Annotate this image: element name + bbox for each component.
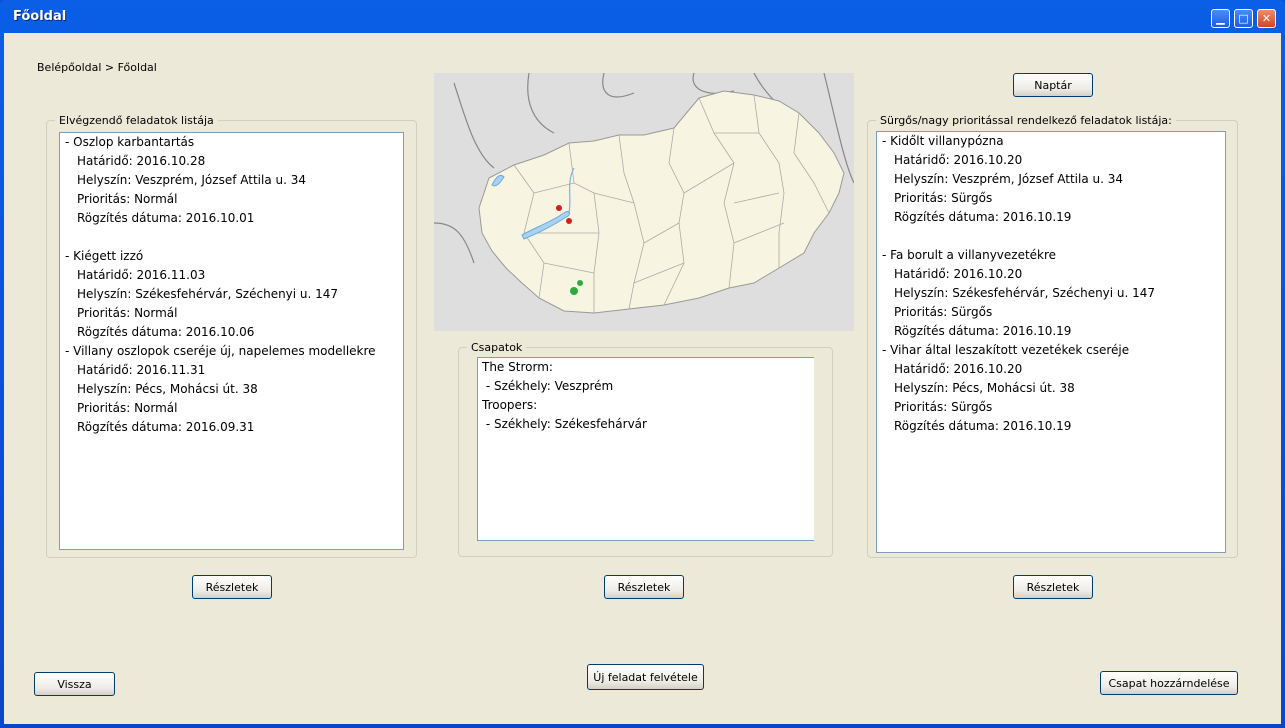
task-priority: Prioritás: Normál bbox=[77, 306, 178, 320]
urgent-deadline: Határidő: 2016.10.20 bbox=[894, 267, 1023, 281]
task-deadline: Határidő: 2016.11.03 bbox=[77, 268, 206, 282]
team-line: - Székhely: Veszprém bbox=[482, 379, 614, 393]
minimize-icon: ▁ bbox=[1216, 12, 1225, 25]
team-marker bbox=[577, 280, 583, 286]
map-svg bbox=[434, 73, 854, 331]
team-line: The Strorm: bbox=[482, 360, 553, 374]
task-item[interactable]: - Villany oszlopok cseréje új, napelemes… bbox=[60, 342, 403, 437]
hungary-map[interactable] bbox=[434, 73, 854, 331]
breadcrumb: Belépőoldal > Főoldal bbox=[37, 61, 157, 74]
task-item[interactable]: - Oszlop karbantartás Határidő: 2016.10.… bbox=[60, 133, 403, 228]
task-priority: Prioritás: Normál bbox=[77, 192, 178, 206]
application-window: Főoldal ▁ □ ✕ Belépőoldal > Főoldal Elvé… bbox=[0, 0, 1285, 728]
urgent-priority: Prioritás: Sürgős bbox=[894, 400, 993, 414]
urgent-title: - Vihar által leszakított vezetékek cser… bbox=[882, 343, 1130, 357]
urgent-title: - Kidőlt villanypózna bbox=[882, 134, 1004, 148]
task-title: - Villany oszlopok cseréje új, napelemes… bbox=[65, 344, 376, 358]
task-deadline: Határidő: 2016.10.28 bbox=[77, 154, 206, 168]
urgent-location: Helyszín: Székesfehérvár, Széchenyi u. 1… bbox=[894, 286, 1156, 300]
task-item[interactable]: - Kiégett izzó Határidő: 2016.11.03 Hely… bbox=[60, 247, 403, 342]
task-marker bbox=[566, 218, 572, 224]
task-marker bbox=[556, 205, 562, 211]
urgent-title: - Fa borult a villanyvezetékre bbox=[882, 248, 1057, 262]
urgent-recorded: Rögzítés dátuma: 2016.10.19 bbox=[894, 324, 1072, 338]
task-title: - Kiégett izzó bbox=[65, 249, 144, 263]
urgent-recorded: Rögzítés dátuma: 2016.10.19 bbox=[894, 210, 1072, 224]
urgent-location: Helyszín: Veszprém, József Attila u. 34 bbox=[894, 172, 1123, 186]
task-deadline: Határidő: 2016.11.31 bbox=[77, 363, 206, 377]
urgent-item[interactable]: - Fa borult a villanyvezetékre Határidő:… bbox=[877, 246, 1225, 341]
urgent-legend: Sürgős/nagy prioritással rendelkező fela… bbox=[880, 114, 1172, 127]
minimize-button[interactable]: ▁ bbox=[1211, 9, 1230, 28]
new-task-button[interactable]: Új feladat felvétele bbox=[587, 664, 704, 690]
team-line: - Székhely: Székesfehárvár bbox=[482, 417, 647, 431]
calendar-button[interactable]: Naptár bbox=[1013, 73, 1093, 97]
urgent-priority: Prioritás: Sürgős bbox=[894, 305, 993, 319]
task-location: Helyszín: Székesfehérvár, Széchenyi u. 1… bbox=[77, 287, 339, 301]
task-recorded: Rögzítés dátuma: 2016.10.06 bbox=[77, 325, 255, 339]
teams-list[interactable]: The Strorm: - Székhely: Veszprém Trooper… bbox=[477, 357, 814, 541]
teams-legend: Csapatok bbox=[471, 341, 523, 354]
task-priority: Prioritás: Normál bbox=[77, 401, 178, 415]
task-title: - Oszlop karbantartás bbox=[65, 135, 195, 149]
urgent-deadline: Határidő: 2016.10.20 bbox=[894, 153, 1023, 167]
window-title: Főoldal bbox=[13, 9, 67, 24]
urgent-location: Helyszín: Pécs, Mohácsi út. 38 bbox=[894, 381, 1075, 395]
task-recorded: Rögzítés dátuma: 2016.09.31 bbox=[77, 420, 255, 434]
urgent-details-button[interactable]: Részletek bbox=[1013, 575, 1093, 599]
task-recorded: Rögzítés dátuma: 2016.10.01 bbox=[77, 211, 255, 225]
task-location: Helyszín: Veszprém, József Attila u. 34 bbox=[77, 173, 306, 187]
urgent-recorded: Rögzítés dátuma: 2016.10.19 bbox=[894, 419, 1072, 433]
close-icon: ✕ bbox=[1261, 12, 1272, 25]
urgent-item[interactable]: - Kidőlt villanypózna Határidő: 2016.10.… bbox=[877, 132, 1225, 227]
task-location: Helyszín: Pécs, Mohácsi út. 38 bbox=[77, 382, 258, 396]
assign-team-button[interactable]: Csapat hozzárndelése bbox=[1100, 671, 1238, 695]
maximize-button[interactable]: □ bbox=[1234, 9, 1253, 28]
urgent-priority: Prioritás: Sürgős bbox=[894, 191, 993, 205]
back-button[interactable]: Vissza bbox=[34, 672, 115, 696]
tasks-legend: Elvégzendő feladatok listája bbox=[59, 114, 214, 127]
urgent-list[interactable]: - Kidőlt villanypózna Határidő: 2016.10.… bbox=[876, 131, 1226, 553]
maximize-icon: □ bbox=[1238, 12, 1249, 25]
main-content: Belépőoldal > Főoldal Elvégzendő feladat… bbox=[4, 33, 1281, 724]
urgent-item[interactable]: - Vihar által leszakított vezetékek cser… bbox=[877, 341, 1225, 436]
tasks-list[interactable]: - Oszlop karbantartás Határidő: 2016.10.… bbox=[59, 132, 404, 550]
title-bar[interactable]: Főoldal ▁ □ ✕ bbox=[0, 0, 1285, 33]
close-button[interactable]: ✕ bbox=[1257, 9, 1276, 28]
team-marker bbox=[570, 287, 578, 295]
urgent-deadline: Határidő: 2016.10.20 bbox=[894, 362, 1023, 376]
tasks-details-button[interactable]: Részletek bbox=[192, 575, 272, 599]
team-line: Troopers: bbox=[482, 398, 538, 412]
teams-details-button[interactable]: Részletek bbox=[604, 575, 684, 599]
